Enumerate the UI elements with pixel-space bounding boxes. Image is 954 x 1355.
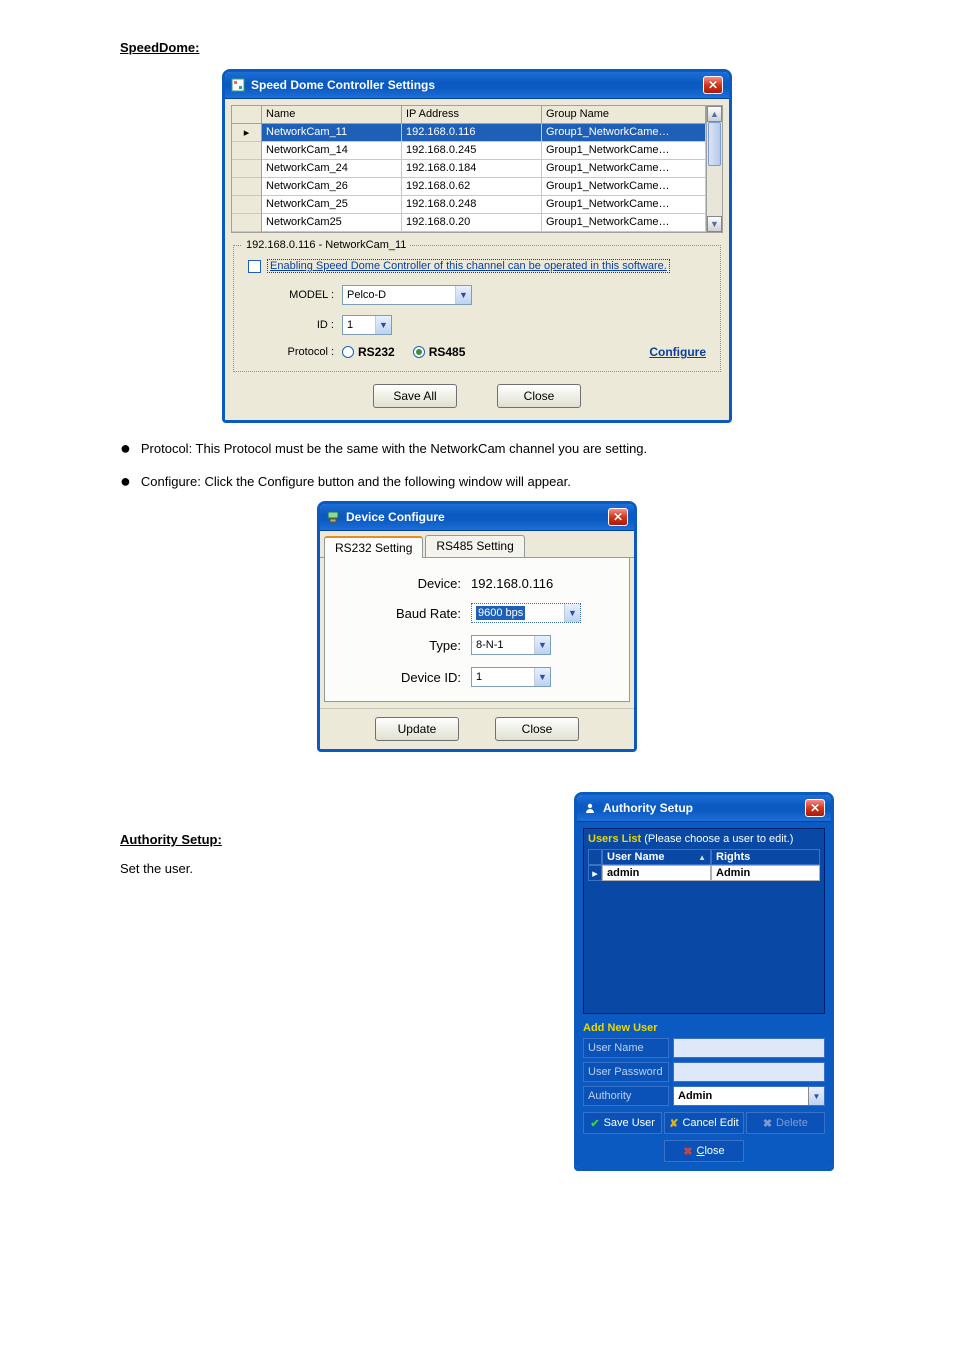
column-header-rights[interactable]: Rights [711,849,820,865]
users-list-title: Users List [588,833,641,845]
channel-fieldset: 192.168.0.116 - NetworkCam_11 Enabling S… [233,239,721,372]
scroll-thumb[interactable] [708,122,721,166]
baud-rate-select[interactable]: 9600 bps ▼ [471,603,581,623]
save-user-button[interactable]: ✔ Save User [583,1112,662,1134]
id-label: ID : [248,319,334,331]
check-icon: ✔ [590,1117,599,1130]
table-row[interactable]: ▸ admin Admin [588,865,820,881]
bullet-icon: ● [120,441,131,455]
row-marker: ▸ [588,865,602,881]
speed-dome-window-title: Speed Dome Controller Settings [251,78,435,92]
table-row[interactable]: NetworkCam_11 192.168.0.116 Group1_Netwo… [262,124,706,142]
userpassword-input[interactable] [673,1062,825,1082]
speed-dome-window: Speed Dome Controller Settings ✕ ▸ Name [222,69,732,423]
bullet-icon: ● [120,474,131,488]
authority-setup-window-title: Authority Setup [603,801,693,815]
baud-rate-label: Baud Rate: [341,606,461,621]
table-row[interactable]: NetworkCam_26 192.168.0.62 Group1_Networ… [262,178,706,196]
authority-setup-intro: Set the user. [120,861,564,876]
add-new-user-title: Add New User [583,1022,825,1034]
close-icon[interactable]: ✕ [703,76,723,94]
chevron-down-icon: ▼ [808,1087,824,1105]
chevron-down-icon: ▼ [455,286,471,304]
device-value: 192.168.0.116 [471,576,553,591]
close-button[interactable]: Close [495,717,579,741]
username-input[interactable] [673,1038,825,1058]
close-label: Close [697,1145,725,1157]
type-label: Type: [341,638,461,653]
table-row[interactable]: NetworkCam_14 192.168.0.245 Group1_Netwo… [262,142,706,160]
device-id-label: Device ID: [341,670,461,685]
table-row[interactable]: NetworkCam_25 192.168.0.248 Group1_Netwo… [262,196,706,214]
model-select[interactable]: Pelco-D ▼ [342,285,472,305]
bullet-configure: ● Configure: Click the Configure button … [120,474,834,489]
device-configure-window-title: Device Configure [346,510,445,524]
scrollbar[interactable]: ▲ ▼ [706,106,722,232]
scroll-up-icon[interactable]: ▲ [707,106,722,122]
settings-icon [231,78,245,92]
users-list-hint: (Please choose a user to edit.) [644,833,793,845]
column-header-group[interactable]: Group Name [542,106,706,124]
id-select[interactable]: 1 ▼ [342,315,392,335]
username-label: User Name [583,1038,669,1058]
configure-link[interactable]: Configure [649,345,706,359]
camera-grid: ▸ Name IP Address Group Name NetworkCam_… [231,105,723,233]
type-select[interactable]: 8-N-1 ▼ [471,635,551,655]
save-all-button[interactable]: Save All [373,384,457,408]
tab-rs485[interactable]: RS485 Setting [425,535,524,557]
row-marker: ▸ [232,124,261,142]
enable-checkbox-label[interactable]: Enabling Speed Dome Controller of this c… [267,259,670,273]
close-x-icon: ✖ [683,1145,692,1158]
table-row[interactable]: NetworkCam_24 192.168.0.184 Group1_Netwo… [262,160,706,178]
device-configure-window: Device Configure ✕ RS232 Setting RS485 S… [317,501,637,752]
authority-setup-titlebar: Authority Setup ✕ [577,795,831,822]
authority-setup-heading: Authority Setup: [120,832,564,847]
table-row[interactable]: NetworkCam25 192.168.0.20 Group1_Network… [262,214,706,232]
authority-label: Authority [583,1086,669,1106]
close-icon[interactable]: ✕ [805,799,825,817]
close-button[interactable]: ✖ Close [664,1140,744,1162]
close-button[interactable]: Close [497,384,581,408]
device-id-select[interactable]: 1 ▼ [471,667,551,687]
cancel-icon: ✘ [669,1117,678,1130]
update-button[interactable]: Update [375,717,459,741]
cancel-edit-button[interactable]: ✘ Cancel Edit [664,1112,743,1134]
authority-setup-window: Authority Setup ✕ Users List (Please cho… [574,792,834,1171]
users-list: Users List (Please choose a user to edit… [583,828,825,1014]
device-icon [326,510,340,524]
device-label: Device: [341,576,461,591]
speed-dome-heading: SpeedDome: [120,40,834,55]
chevron-down-icon: ▼ [534,668,550,686]
fieldset-legend: 192.168.0.116 - NetworkCam_11 [242,239,410,251]
close-icon[interactable]: ✕ [608,508,628,526]
bullet-protocol: ● Protocol: This Protocol must be the sa… [120,441,834,456]
delete-icon: ✖ [763,1117,772,1130]
speed-dome-titlebar: Speed Dome Controller Settings ✕ [225,72,729,99]
delete-button[interactable]: ✖ Delete [746,1112,825,1134]
device-configure-titlebar: Device Configure ✕ [320,504,634,531]
protocol-label: Protocol : [248,346,334,358]
enable-checkbox[interactable] [248,260,261,273]
column-header-ip[interactable]: IP Address [402,106,542,124]
userpassword-label: User Password [583,1062,669,1082]
protocol-rs232-radio[interactable]: RS232 [342,345,395,359]
authority-select[interactable]: Admin ▼ [673,1086,825,1106]
tab-rs232[interactable]: RS232 Setting [324,536,423,558]
column-header-username[interactable]: User Name ▲ [602,849,711,865]
sort-asc-icon: ▲ [698,853,706,862]
model-label: MODEL : [248,289,334,301]
chevron-down-icon: ▼ [534,636,550,654]
scroll-down-icon[interactable]: ▼ [707,216,722,232]
chevron-down-icon: ▼ [564,604,580,622]
protocol-rs485-radio[interactable]: RS485 [413,345,466,359]
user-icon [583,801,597,815]
column-header-name[interactable]: Name [262,106,402,124]
chevron-down-icon: ▼ [375,316,391,334]
